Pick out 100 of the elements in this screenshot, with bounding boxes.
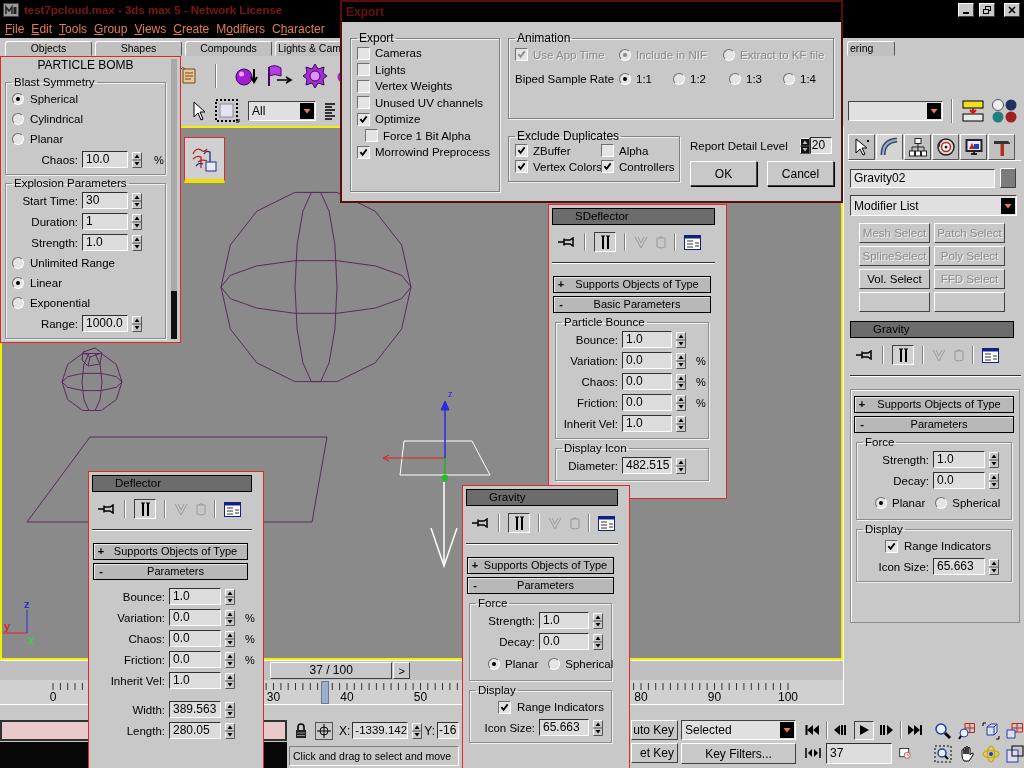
- menu-item[interactable]: File: [5, 22, 25, 36]
- maximize-icon[interactable]: [1006, 745, 1024, 763]
- number-field[interactable]: 1.0: [933, 451, 985, 468]
- checkbox[interactable]: [357, 79, 370, 93]
- radio-button[interactable]: [12, 277, 24, 289]
- number-field[interactable]: 1.0: [622, 331, 672, 348]
- menu-item[interactable]: Character: [272, 22, 325, 36]
- checkbox[interactable]: [885, 539, 898, 553]
- caret-icon[interactable]: [927, 103, 941, 119]
- set-key-button[interactable]: et Key: [631, 743, 678, 763]
- menu-item[interactable]: Create: [173, 22, 210, 36]
- coordinate-field[interactable]: -16: [437, 722, 460, 739]
- blank-button[interactable]: [934, 292, 1005, 312]
- key-mode-icon[interactable]: [805, 747, 821, 759]
- previous-frame-icon[interactable]: [833, 724, 849, 736]
- tab[interactable]: Objects: [5, 41, 92, 56]
- selection-filter-dropdown[interactable]: All: [248, 101, 316, 121]
- radio-button[interactable]: [12, 93, 24, 105]
- caret-icon[interactable]: [300, 103, 314, 119]
- spinner-icon[interactable]: [225, 722, 235, 739]
- window-grid-icon[interactable]: [684, 234, 701, 250]
- toggle-button[interactable]: [892, 345, 914, 365]
- spinner-icon[interactable]: [593, 612, 603, 629]
- grid-cube-icon[interactable]: [1006, 722, 1024, 740]
- region-zoom-icon[interactable]: [934, 745, 952, 763]
- rollout-header[interactable]: - Parameters: [854, 416, 1014, 433]
- command-tab[interactable]: [904, 134, 931, 160]
- command-tab[interactable]: [932, 134, 959, 160]
- modifier-list-dropdown[interactable]: Modifier List: [850, 195, 1017, 216]
- rosette-icon[interactable]: [302, 63, 328, 89]
- number-field[interactable]: 1.0: [82, 234, 128, 251]
- number-field[interactable]: 30: [82, 192, 128, 209]
- current-frame-field[interactable]: 37: [826, 742, 892, 764]
- next-frame-button[interactable]: >: [393, 662, 411, 679]
- spinner-icon[interactable]: [225, 701, 235, 718]
- modifier-stack-item[interactable]: Deflector: [92, 475, 252, 492]
- zoom-all-icon[interactable]: [958, 722, 976, 740]
- target-icon[interactable]: [315, 721, 333, 740]
- radio-button[interactable]: [729, 72, 741, 85]
- spinner-icon[interactable]: [132, 151, 142, 168]
- zoom-icon[interactable]: [934, 722, 952, 740]
- command-tab[interactable]: [988, 134, 1015, 160]
- auto-key-button[interactable]: uto Key: [631, 720, 678, 740]
- pin-icon[interactable]: [98, 504, 116, 514]
- radio-button[interactable]: [619, 72, 631, 85]
- spinner-icon[interactable]: [132, 315, 142, 332]
- spinner-icon[interactable]: [225, 651, 235, 668]
- blank-button[interactable]: [859, 292, 930, 312]
- menu-item[interactable]: Group: [94, 22, 128, 36]
- menu-item[interactable]: Edit: [31, 22, 53, 36]
- command-tab[interactable]: [876, 134, 903, 160]
- clock-icon[interactable]: [897, 747, 913, 759]
- modifier-stack-item[interactable]: Gravity: [466, 489, 618, 506]
- spinner-icon[interactable]: [799, 137, 810, 154]
- number-field[interactable]: 20: [809, 137, 832, 154]
- spinner-icon[interactable]: [676, 457, 686, 474]
- rollout-header[interactable]: + Supports Objects of Type: [93, 543, 248, 560]
- number-field[interactable]: 280.05: [169, 722, 221, 739]
- modifier-stack-item[interactable]: Gravity: [850, 321, 1014, 338]
- checkbox[interactable]: [357, 145, 370, 159]
- tab[interactable]: Lights & Cam: [275, 41, 341, 56]
- gravity-gizmo[interactable]: [382, 400, 491, 482]
- window-grid-icon[interactable]: [598, 515, 615, 531]
- number-field[interactable]: 0.0: [169, 651, 221, 668]
- tab[interactable]: Shapes: [95, 41, 182, 56]
- restore-button[interactable]: [979, 3, 995, 17]
- spinner-icon[interactable]: [132, 234, 142, 251]
- scroll-icon[interactable]: [180, 66, 198, 86]
- number-field[interactable]: 0.0: [622, 352, 672, 369]
- time-slider-thumb[interactable]: 37 / 100: [270, 662, 393, 679]
- spinner-icon[interactable]: [676, 352, 686, 369]
- window-grid-icon[interactable]: [982, 347, 999, 363]
- rollout-header[interactable]: - Parameters: [467, 577, 614, 594]
- rollout-header[interactable]: - Basic Parameters: [553, 296, 711, 313]
- sphere-wireframe[interactable]: [220, 191, 412, 383]
- number-field[interactable]: 0.0: [622, 394, 672, 411]
- rollout-header[interactable]: + Supports Objects of Type: [467, 557, 614, 574]
- tab[interactable]: ering: [847, 41, 895, 56]
- cube-brackets-icon[interactable]: [982, 722, 1000, 740]
- toggle-button[interactable]: [134, 499, 156, 519]
- number-field[interactable]: 1.0: [169, 672, 221, 689]
- cursor-icon[interactable]: [192, 100, 206, 122]
- spinner-icon[interactable]: [989, 472, 999, 489]
- dialog-button[interactable]: Cancel: [767, 161, 834, 186]
- window-grid-icon[interactable]: [224, 501, 241, 517]
- checkbox[interactable]: [365, 129, 378, 143]
- number-field[interactable]: 0.0: [539, 633, 589, 650]
- checkbox[interactable]: [601, 160, 614, 173]
- number-field[interactable]: 389.563: [169, 701, 221, 718]
- close-button[interactable]: [1004, 3, 1020, 17]
- radio-button[interactable]: [12, 297, 24, 309]
- number-field[interactable]: 0.0: [622, 373, 672, 390]
- checkbox[interactable]: [515, 160, 528, 173]
- rollout-header[interactable]: - Parameters: [93, 563, 248, 580]
- spinner-icon[interactable]: [676, 373, 686, 390]
- radio-button[interactable]: [548, 658, 561, 670]
- number-field[interactable]: 0.0: [169, 630, 221, 647]
- spinner-icon[interactable]: [989, 558, 999, 575]
- go-to-end-icon[interactable]: [907, 724, 923, 736]
- menu-item[interactable]: Modifiers: [216, 22, 265, 36]
